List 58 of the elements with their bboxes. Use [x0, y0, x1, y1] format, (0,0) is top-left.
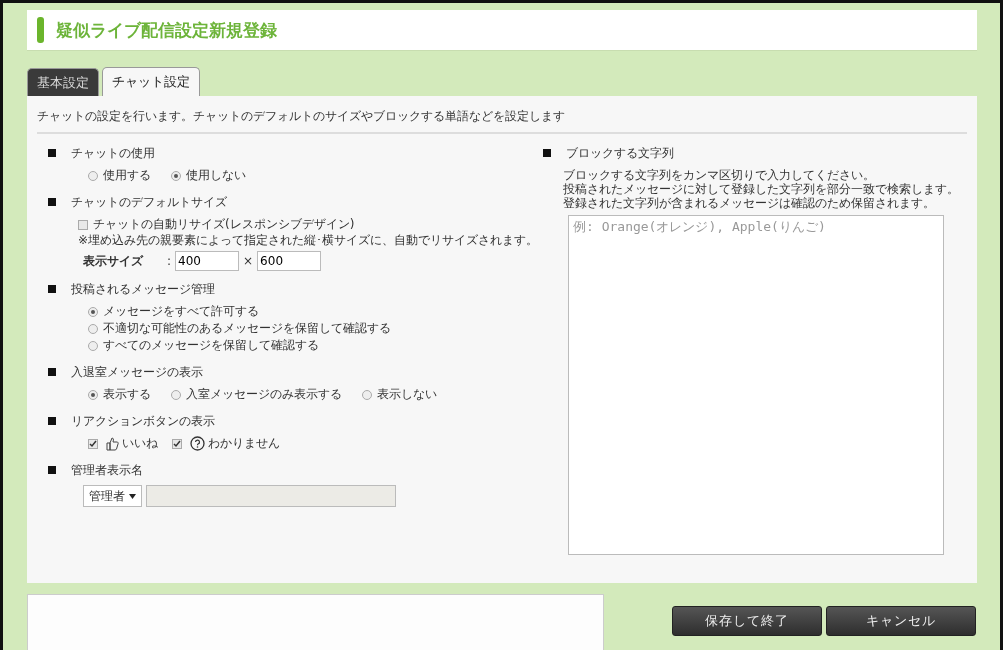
section-heading: リアクションボタンの表示: [71, 412, 215, 430]
section-heading: 入退室メッセージの表示: [71, 363, 203, 381]
thumbs-up-icon: [106, 436, 119, 451]
radio-button[interactable]: [88, 323, 98, 334]
cancel-button[interactable]: キャンセル: [826, 606, 976, 636]
radio-button[interactable]: [171, 170, 181, 181]
checkbox-label: わかりません: [208, 435, 280, 452]
checkbox[interactable]: [78, 219, 88, 230]
section-heading: 管理者表示名: [71, 461, 143, 479]
radio-button[interactable]: [362, 389, 372, 400]
bullet-icon: [48, 417, 56, 425]
help-text: 投稿されたメッセージに対して登録した文字列を部分一致で検索します。: [563, 182, 960, 196]
section-heading: チャットの使用: [71, 144, 155, 162]
radio-label: メッセージをすべて許可する: [103, 303, 259, 320]
bullet-icon: [48, 285, 56, 293]
height-field[interactable]: 600: [257, 251, 322, 271]
checkbox-label: チャットの自動リサイズ(レスポンシブデザイン): [93, 216, 355, 233]
checkbox-label: いいね: [122, 435, 158, 452]
bullet-icon: [48, 149, 56, 157]
page-title: 疑似ライブ配信設定新規登録: [56, 18, 277, 42]
bullet-icon: [48, 368, 56, 376]
display-name-field[interactable]: [146, 485, 396, 507]
times-text: ×: [243, 254, 254, 268]
section-heading: ブロックする文字列: [566, 144, 674, 162]
tab[interactable]: 基本設定: [27, 68, 99, 96]
radio-label: 表示する: [103, 386, 151, 403]
save-button[interactable]: 保存して終了: [672, 606, 822, 636]
radio-label: 入室メッセージのみ表示する: [186, 386, 342, 403]
dropdown-arrow-icon: [129, 493, 136, 499]
field-label: 表示サイズ: [83, 252, 145, 270]
radio-button[interactable]: [88, 170, 98, 181]
checkbox[interactable]: [172, 438, 182, 449]
radio-button[interactable]: [88, 340, 98, 351]
accent-bar-icon: [37, 17, 44, 43]
radio-button[interactable]: [88, 389, 98, 400]
help-text: ブロックする文字列をカンマ区切りで入力してください。: [563, 168, 876, 182]
tab[interactable]: チャット設定: [102, 67, 200, 96]
question-icon: [190, 436, 205, 451]
block-words-field[interactable]: 例: Orange(オレンジ), Apple(りんご): [568, 215, 944, 555]
radio-label: 不適切な可能性のあるメッセージを保留して確認する: [103, 320, 391, 337]
radio-label: 使用しない: [186, 167, 246, 184]
radio-label: 使用する: [103, 167, 151, 184]
name-dropdown[interactable]: 管理者: [83, 485, 142, 507]
colon-text: :: [167, 254, 172, 268]
section-heading: 投稿されるメッセージ管理: [71, 280, 215, 298]
radio-label: 表示しない: [377, 386, 437, 403]
section-heading: チャットのデフォルトサイズ: [71, 193, 227, 211]
bullet-icon: [48, 466, 56, 474]
checkbox[interactable]: [88, 438, 98, 449]
width-field[interactable]: 400: [175, 251, 240, 271]
note-text: ※埋め込み先の親要素によって指定された縦･横サイズに、自動でリサイズされます。: [78, 233, 540, 247]
radio-button[interactable]: [88, 306, 98, 317]
help-text: 登録された文字列が含まれるメッセージは確認のため保留されます。: [563, 196, 936, 210]
bullet-icon: [48, 198, 56, 206]
radio-button[interactable]: [171, 389, 181, 400]
description-text: チャットの設定を行います。チャットのデフォルトのサイズやブロックする単語などを設定します: [37, 96, 967, 134]
radio-label: すべてのメッセージを保留して確認する: [103, 337, 319, 354]
bullet-icon: [543, 149, 551, 157]
